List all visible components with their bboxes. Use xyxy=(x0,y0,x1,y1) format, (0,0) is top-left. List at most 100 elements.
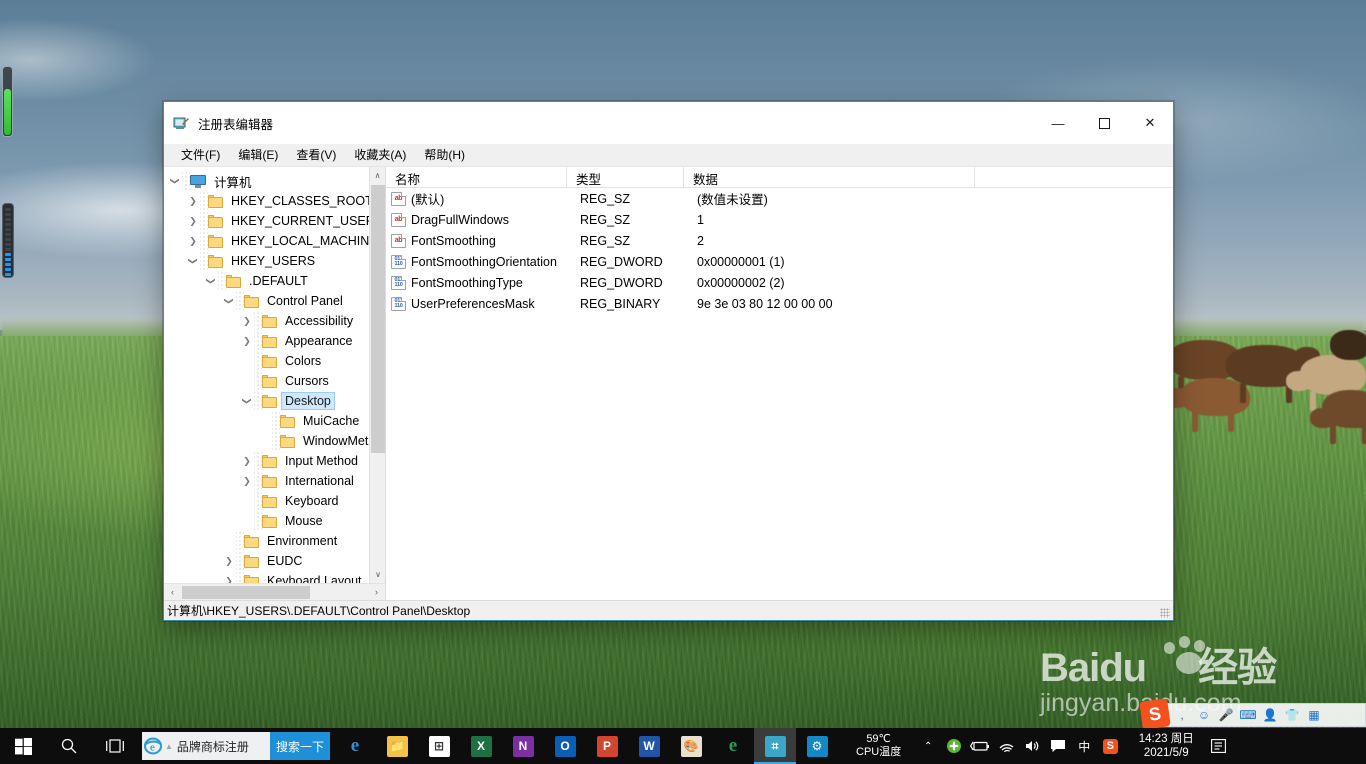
notification-icon[interactable] xyxy=(1045,728,1071,764)
security-shield-icon[interactable] xyxy=(941,728,967,764)
registry-values-pane[interactable]: 名称 类型 数据 ab (默认) REG_SZ (数值未设置) ab DragFullWi… xyxy=(386,167,1173,600)
window-titlebar[interactable]: 注册表编辑器 — ✕ xyxy=(164,102,1173,144)
minimize-button[interactable]: — xyxy=(1035,102,1081,144)
search-submit-button[interactable]: 搜索一下 xyxy=(270,732,330,760)
registry-tree[interactable]: ❯ 计算机 ❯ HKEY_CLASSES_ROOT ❯ HKEY_CURRENT_USER… xyxy=(164,167,385,583)
table-row[interactable]: ab FontSmoothing REG_SZ 2 xyxy=(386,230,1173,251)
chevron-right-icon[interactable]: ❯ xyxy=(222,551,236,571)
ime-punctuation-icon[interactable]: , xyxy=(1171,704,1193,726)
chevron-right-icon[interactable]: ❯ xyxy=(186,231,200,251)
chevron-down-icon[interactable]: ❯ xyxy=(219,294,239,308)
dropdown-caret-icon[interactable]: ▲ xyxy=(165,742,173,751)
scroll-down-arrow[interactable]: ∨ xyxy=(370,566,385,583)
task-view-icon[interactable] xyxy=(92,728,138,764)
action-center-icon[interactable] xyxy=(1203,728,1233,764)
tree-item-desktop[interactable]: ❯ Desktop xyxy=(164,391,385,411)
ime-emoji-icon[interactable]: ☺ xyxy=(1193,704,1215,726)
tree-item-[interactable]: ❯ 计算机 xyxy=(164,171,385,191)
close-button[interactable]: ✕ xyxy=(1127,102,1173,144)
tree-item-mouse[interactable]: Mouse xyxy=(164,511,385,531)
resize-grip[interactable] xyxy=(1160,608,1170,618)
system-tray[interactable]: ⌃ 中 S xyxy=(915,728,1123,764)
tree-item-default[interactable]: ❯ .DEFAULT xyxy=(164,271,385,291)
menu-view[interactable]: 查看(V) xyxy=(288,147,344,164)
tree-item-keyboard-layout[interactable]: ❯ Keyboard Layout xyxy=(164,571,385,583)
taskbar-app-regedit[interactable]: ⌗ xyxy=(754,728,796,764)
tree-item-cursors[interactable]: Cursors xyxy=(164,371,385,391)
chevron-right-icon[interactable]: ❯ xyxy=(222,571,236,584)
ie-search-widget[interactable]: e ▲ 品牌商标注册 搜索一下 xyxy=(142,732,330,760)
scroll-right-arrow[interactable]: › xyxy=(368,584,385,601)
cpu-temp-indicator[interactable]: 59℃ CPU温度 xyxy=(856,733,901,759)
table-row[interactable]: ab DragFullWindows REG_SZ 1 xyxy=(386,209,1173,230)
chevron-right-icon[interactable]: ❯ xyxy=(240,471,254,491)
taskbar-app-buttons[interactable]: e 📁 ⊞ X N O P W 🎨 e ⌗ ⚙ xyxy=(334,728,838,764)
taskbar-app-explorer[interactable]: 📁 xyxy=(376,728,418,764)
volume-icon[interactable] xyxy=(1019,728,1045,764)
table-row[interactable]: ab (默认) REG_SZ (数值未设置) xyxy=(386,188,1173,209)
sogou-logo-icon[interactable]: S xyxy=(1139,698,1171,730)
tree-item-hkey-users[interactable]: ❯ HKEY_USERS xyxy=(164,251,385,271)
sogou-tray-icon[interactable]: S xyxy=(1097,728,1123,764)
column-header-type[interactable]: 类型 xyxy=(566,167,683,187)
tree-scroll-area[interactable]: ❯ 计算机 ❯ HKEY_CLASSES_ROOT ❯ HKEY_CURRENT_USER… xyxy=(164,167,385,583)
tree-vertical-scrollbar[interactable]: ∧ ∨ xyxy=(369,167,385,583)
tree-item-hkey-current-user[interactable]: ❯ HKEY_CURRENT_USER xyxy=(164,211,385,231)
sogou-ime-toolbar[interactable]: 中 , ☺ 🎤 ⌨ 👤 👕 ▦ xyxy=(1148,703,1366,727)
tree-item-muicache[interactable]: MuiCache xyxy=(164,411,385,431)
ime-skin-icon[interactable]: 👕 xyxy=(1281,704,1303,726)
column-header-name[interactable]: 名称 xyxy=(386,167,566,187)
menu-bar[interactable]: 文件(F) 编辑(E) 查看(V) 收藏夹(A) 帮助(H) xyxy=(164,144,1173,166)
registry-tree-pane[interactable]: ❯ 计算机 ❯ HKEY_CLASSES_ROOT ❯ HKEY_CURRENT_USER… xyxy=(164,167,386,600)
taskbar[interactable]: e ▲ 品牌商标注册 搜索一下 e 📁 ⊞ X N O P W 🎨 e ⌗ ⚙ 59℃ CPU温度 ⌃ xyxy=(0,728,1366,764)
tree-item-eudc[interactable]: ❯ EUDC xyxy=(164,551,385,571)
taskbar-app-word[interactable]: W xyxy=(628,728,670,764)
wifi-icon[interactable] xyxy=(993,728,1019,764)
taskbar-app-store[interactable]: ⊞ xyxy=(418,728,460,764)
tree-item-international[interactable]: ❯ International xyxy=(164,471,385,491)
ime-voice-icon[interactable]: 🎤 xyxy=(1215,704,1237,726)
tree-item-accessibility[interactable]: ❯ Accessibility xyxy=(164,311,385,331)
taskbar-app-powerpoint[interactable]: P xyxy=(586,728,628,764)
taskbar-app-onenote[interactable]: N xyxy=(502,728,544,764)
tree-item-keyboard[interactable]: Keyboard xyxy=(164,491,385,511)
battery-icon[interactable] xyxy=(967,728,993,764)
chevron-right-icon[interactable]: ❯ xyxy=(186,191,200,211)
tree-item-colors[interactable]: Colors xyxy=(164,351,385,371)
tree-scroll-thumb[interactable] xyxy=(371,185,385,453)
cpu-usage-gadget[interactable] xyxy=(2,66,13,137)
search-input[interactable]: 品牌商标注册 xyxy=(173,738,270,755)
menu-favorites[interactable]: 收藏夹(A) xyxy=(346,147,414,164)
chevron-right-icon[interactable]: ❯ xyxy=(186,211,200,231)
chevron-down-icon[interactable]: ❯ xyxy=(183,254,203,268)
taskbar-app-paint[interactable]: 🎨 xyxy=(670,728,712,764)
table-row[interactable]: 011 110 FontSmoothingOrientation REG_DWORD 0… xyxy=(386,251,1173,272)
list-column-headers[interactable]: 名称 类型 数据 xyxy=(386,167,1173,188)
tree-item-hkey-local-machine[interactable]: ❯ HKEY_LOCAL_MACHINE xyxy=(164,231,385,251)
registry-values-list[interactable]: ab (默认) REG_SZ (数值未设置) ab DragFullWindows REG_… xyxy=(386,188,1173,314)
menu-edit[interactable]: 编辑(E) xyxy=(230,147,286,164)
table-row[interactable]: 011 110 UserPreferencesMask REG_BINARY 9e 3e… xyxy=(386,293,1173,314)
chevron-right-icon[interactable]: ❯ xyxy=(240,311,254,331)
tree-item-appearance[interactable]: ❯ Appearance xyxy=(164,331,385,351)
start-button[interactable] xyxy=(0,728,46,764)
menu-file[interactable]: 文件(F) xyxy=(173,147,228,164)
chevron-down-icon[interactable]: ❯ xyxy=(201,274,221,288)
taskbar-app-edge[interactable]: e xyxy=(334,728,376,764)
tray-expand-icon[interactable]: ⌃ xyxy=(915,728,941,764)
scroll-up-arrow[interactable]: ∧ xyxy=(370,167,385,184)
memory-usage-gadget[interactable] xyxy=(2,203,14,278)
ime-language-icon[interactable]: 中 xyxy=(1071,728,1097,764)
taskbar-app-excel[interactable]: X xyxy=(460,728,502,764)
table-row[interactable]: 011 110 FontSmoothingType REG_DWORD 0x000000… xyxy=(386,272,1173,293)
scroll-left-arrow[interactable]: ‹ xyxy=(164,587,181,597)
tree-item-hkey-classes-root[interactable]: ❯ HKEY_CLASSES_ROOT xyxy=(164,191,385,211)
tree-item-input-method[interactable]: ❯ Input Method xyxy=(164,451,385,471)
chevron-right-icon[interactable]: ❯ xyxy=(240,331,254,351)
menu-help[interactable]: 帮助(H) xyxy=(416,147,473,164)
column-header-data[interactable]: 数据 xyxy=(683,167,974,187)
tree-item-windowmetrics[interactable]: WindowMetrics xyxy=(164,431,385,451)
taskbar-app-outlook[interactable]: O xyxy=(544,728,586,764)
search-icon[interactable] xyxy=(46,728,92,764)
chevron-right-icon[interactable]: ❯ xyxy=(240,451,254,471)
